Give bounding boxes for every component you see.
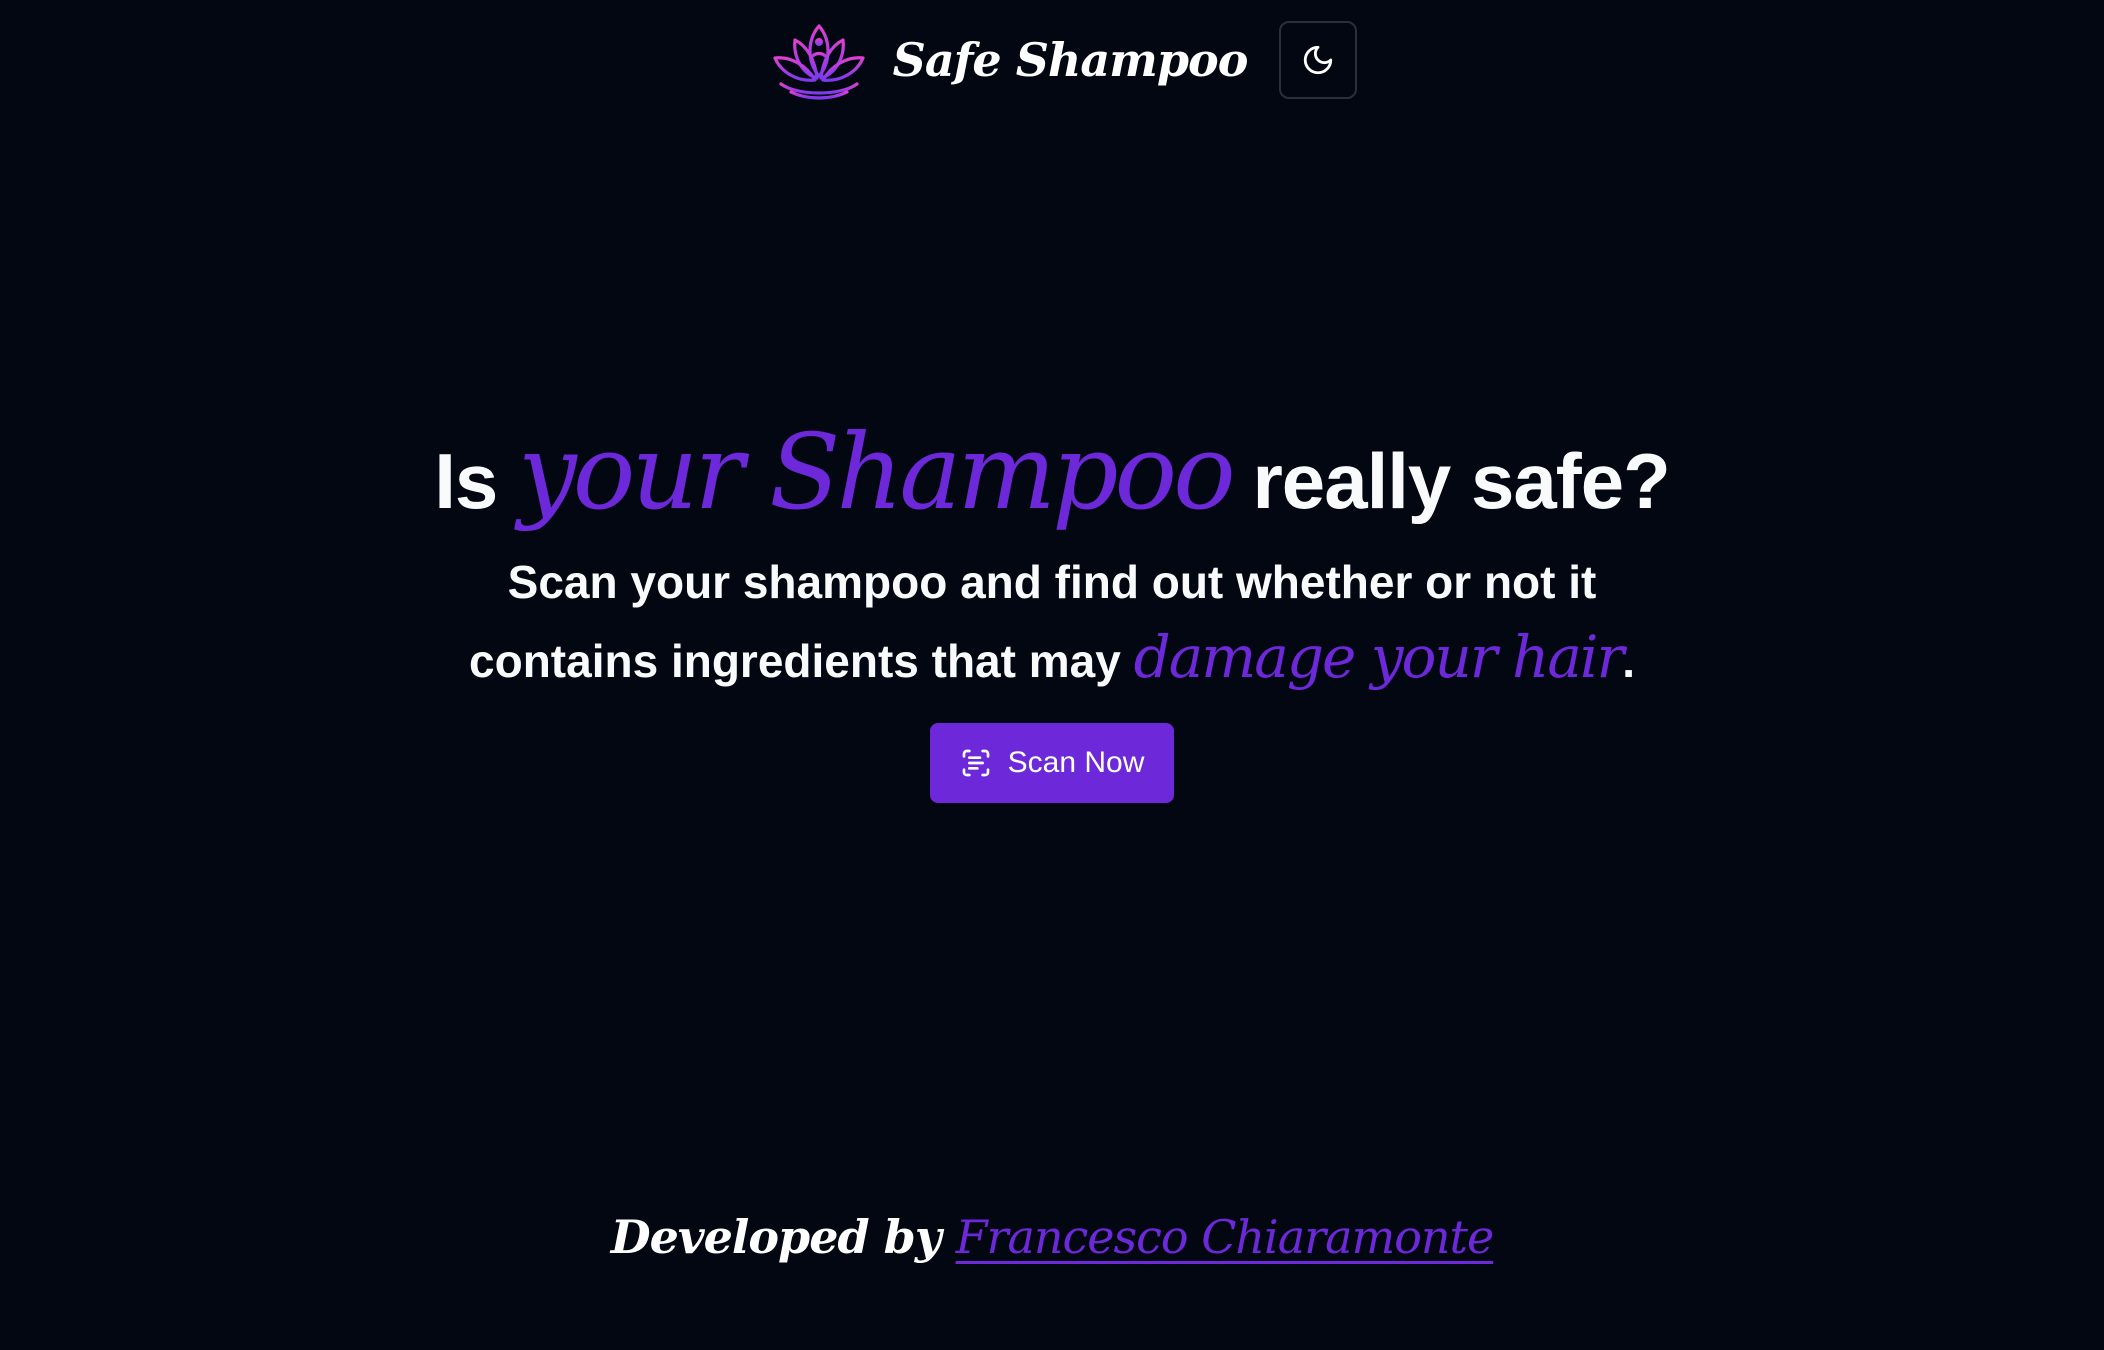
title-accent: your Shampoo xyxy=(518,411,1236,533)
footer: Developed by Francesco Chiaramonte xyxy=(0,1210,2104,1264)
theme-toggle-button[interactable] xyxy=(1279,21,1358,99)
subtitle-suffix: . xyxy=(1622,634,1635,687)
author-link[interactable]: Francesco Chiaramonte xyxy=(956,1210,1495,1264)
subtitle: Scan your shampoo and find out whether o… xyxy=(462,545,1642,699)
scan-now-button[interactable]: Scan Now xyxy=(930,722,1174,803)
lotus-icon xyxy=(773,24,865,100)
hero: Is your Shampoo really safe? Scan your s… xyxy=(0,410,2104,803)
page: Safe Shampoo Is your Shampoo really safe… xyxy=(0,0,2104,1350)
title-suffix: really safe? xyxy=(1252,437,1670,525)
title-prefix: Is xyxy=(434,437,498,525)
scan-now-label: Scan Now xyxy=(1007,745,1145,779)
subtitle-accent: damage your hair xyxy=(1133,622,1625,691)
page-title: Is your Shampoo really safe? xyxy=(0,410,2104,535)
brand-name: Safe Shampoo xyxy=(892,33,1249,87)
scan-text-icon xyxy=(962,749,989,777)
cta-container: Scan Now xyxy=(0,722,2104,803)
footer-prefix: Developed by xyxy=(610,1210,942,1264)
brand[interactable]: Safe Shampoo xyxy=(767,18,1248,102)
header: Safe Shampoo xyxy=(0,20,2104,100)
moon-icon xyxy=(1304,45,1333,75)
